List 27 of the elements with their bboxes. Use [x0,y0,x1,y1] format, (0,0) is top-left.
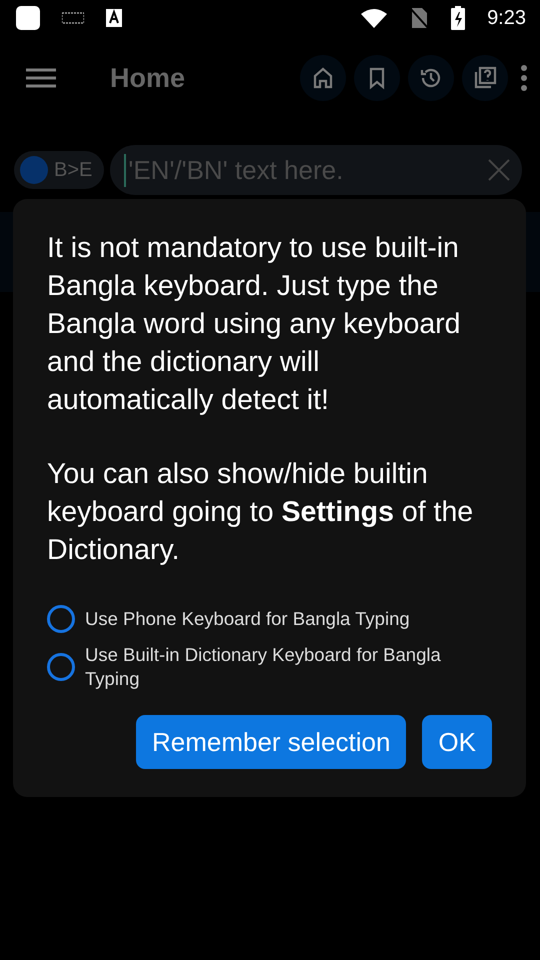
language-toggle[interactable]: B>E [14,151,104,189]
page-title: Home [110,62,186,94]
wifi-icon [361,8,388,28]
home-icon [311,66,335,90]
bookmark-button[interactable] [354,55,400,101]
help-button[interactable] [462,55,508,101]
search-field[interactable]: 'EN'/'BN' text here. [110,145,522,195]
dialog-message: It is not mandatory to use built-in Bangla keyboard. Just type the Bangla word using any keyboard and the dictionary will automatically detect it! [47,231,462,418]
ok-button[interactable]: OK [422,715,492,769]
sim-icon [409,7,430,29]
dialog-message: You can also show/hide builtin keyboard going to Settings of the Dictionary. [47,457,474,568]
option-label[interactable]: Use Built-in Dictionary Keyboard for Bangla Typing [85,643,492,691]
history-icon [419,66,443,90]
battery-icon [451,6,466,30]
font-icon [106,9,122,27]
radio-button[interactable] [47,605,75,633]
history-button[interactable] [408,55,454,101]
remember-button[interactable]: Remember selection [136,715,406,769]
home-button[interactable] [300,55,346,101]
app-icon [16,6,40,30]
help-icon [473,66,497,90]
more-icon[interactable] [520,65,528,91]
option-label[interactable]: Use Phone Keyboard for Bangla Typing [85,607,410,631]
menu-icon[interactable] [26,68,56,88]
clock: 9:23 [487,6,526,30]
radio-button[interactable] [47,653,75,681]
keyboard-icon [62,12,84,24]
